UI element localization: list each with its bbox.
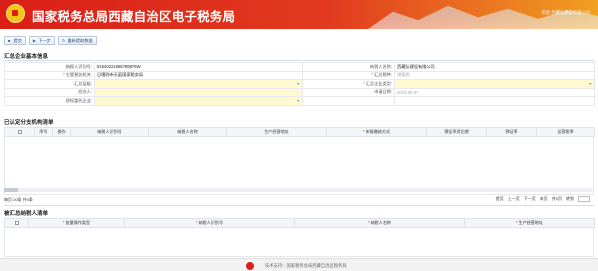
next-icon: ▶	[32, 37, 36, 43]
required-mark: *	[62, 219, 65, 225]
form-row: 纳税人识别号: 91540221565789876W 纳税人名称: 西藏弘建设有…	[4, 62, 595, 72]
chevron-down-icon: ▼	[296, 81, 300, 86]
taxpayer-name-value: 西藏弘建设有限公司	[394, 62, 595, 72]
last-page-link[interactable]: 末页	[540, 196, 548, 202]
apply-date-value: 2018-06-07	[394, 87, 595, 97]
authorized-entity-select[interactable]: ▼	[94, 96, 303, 106]
taxpayer-id-label: 纳税人识别号:	[4, 62, 95, 72]
divider	[4, 60, 594, 61]
select-all-checkbox[interactable]	[4, 218, 29, 228]
taxpayer-name-label: 纳税人名称:	[302, 62, 395, 72]
chevron-down-icon: ▼	[588, 81, 592, 86]
checkbox-icon	[17, 130, 22, 135]
taxpayer-id-value: 91540221565789876W	[94, 62, 303, 72]
top-banner: 国家税务总局西藏自治区电子税务局 欢迎 西藏弘建设有限公司	[0, 0, 598, 29]
refresh-icon: ↻	[61, 37, 66, 43]
required-mark: *	[195, 219, 198, 225]
required-mark: *	[362, 128, 365, 134]
tax-emblem-icon	[6, 4, 25, 23]
horizontal-scrollbar[interactable]	[4, 188, 594, 192]
apply-date-label: 申请日期:	[302, 87, 395, 97]
footer-text: 技术支持：国家税务总局西藏自治区税务局	[265, 263, 347, 268]
save-icon: ■	[8, 37, 11, 43]
col-address: 生产经营地址	[226, 127, 327, 137]
goto-page-input[interactable]	[578, 196, 590, 202]
pending-table-body	[4, 227, 594, 257]
empty-label	[302, 96, 395, 106]
total-pages: 共0页	[551, 196, 562, 201]
col-taxpayer-id: 纳税人识别号	[70, 127, 149, 137]
col-payment-method: *申报缴纳方式	[326, 127, 427, 137]
user-greeting[interactable]: 欢迎 西藏弘建设有限公司	[542, 10, 590, 16]
pagination: 每页 20条 共0条 首页 上一页 下一页 末页 共0页 转到	[4, 196, 594, 203]
chevron-down-icon: ▼	[296, 98, 300, 103]
handler-input[interactable]	[94, 87, 303, 97]
col-prepay-period: 预征率资后期	[426, 127, 487, 137]
first-page-link[interactable]: 首页	[496, 196, 504, 202]
authorized-entity-label: 授权委托企业:	[4, 96, 95, 106]
next-step-button[interactable]: ▶ 下一步	[28, 36, 55, 45]
section-title-branches: 已认定分支机构清单	[4, 120, 54, 126]
empty-value	[394, 96, 595, 106]
submit-button[interactable]: ■ 提交	[4, 36, 26, 45]
col-taxpayer-name: *纳税人名称	[294, 218, 465, 228]
next-page-link[interactable]: 下一页	[524, 196, 536, 202]
site-title: 国家税务总局西藏自治区电子税务局	[32, 10, 236, 24]
branches-table-body	[4, 137, 594, 195]
required-mark: *	[371, 72, 374, 78]
goto-label: 转到	[566, 196, 574, 201]
pagination-controls: 首页 上一页 下一页 末页 共0页 转到	[496, 196, 590, 202]
summary-type-label: *汇总企业类型:	[302, 79, 395, 89]
section-title-pending: 被汇总纳税人清单	[4, 211, 49, 217]
tax-authority-label: *主管税务机关:	[4, 70, 95, 80]
page-size-info: 每页 20条 共0条	[4, 197, 33, 202]
tax-type-value: 增值税	[394, 70, 595, 80]
col-address: *生产经营地址	[464, 218, 595, 228]
tax-logo-icon	[246, 262, 254, 270]
required-mark: *	[367, 219, 370, 225]
refetch-data-button[interactable]: ↻ 重新提取数据	[57, 36, 97, 45]
divider	[4, 205, 594, 206]
handler-label: 经办人:	[4, 87, 95, 97]
tax-type-label: *汇总税种:	[302, 70, 395, 80]
col-taxpayer-id: *纳税人识别号	[124, 218, 295, 228]
form-row: *主管税务机关: 日喀则市天庭国家税务局 *汇总税种: 增值税	[4, 70, 595, 80]
form-row: 经办人: 申请日期: 2018-06-07	[4, 87, 595, 97]
scrollbar-thumb[interactable]	[4, 188, 18, 192]
tax-authority-value: 日喀则市天庭国家税务局	[94, 70, 303, 80]
col-prepay-rate: 预征率	[486, 127, 537, 137]
col-taxpayer-name: 纳税人名称	[148, 127, 227, 137]
branches-table-header: 序号 操作 纳税人识别号 纳税人名称 生产经营地址 *申报缴纳方式 预征率资后期…	[4, 127, 595, 137]
form-row: 汇总层级: ▼ *汇总企业类型: ▼	[4, 79, 595, 89]
summary-type-select[interactable]: ▼	[394, 79, 595, 89]
summary-level-select[interactable]: ▼	[94, 79, 303, 89]
basic-info-form: 纳税人识别号: 91540221565789876W 纳税人名称: 西藏弘建设有…	[4, 62, 595, 106]
summary-level-label: 汇总层级:	[4, 79, 95, 89]
prev-page-link[interactable]: 上一页	[508, 196, 520, 202]
checkbox-icon	[14, 221, 19, 226]
required-mark: *	[63, 72, 65, 78]
col-batch-op-type: *批量操作类型	[28, 218, 125, 228]
footer: 技术支持：国家税务总局西藏自治区税务局	[0, 258, 598, 271]
section-title-basic: 汇总企业基本信息	[4, 54, 49, 60]
col-index: 序号	[34, 127, 53, 137]
col-operating-rate: 运营税率	[536, 127, 595, 137]
col-action: 操作	[52, 127, 71, 137]
required-mark: *	[363, 80, 365, 86]
select-all-checkbox[interactable]	[4, 127, 35, 137]
toolbar: ■ 提交 ▶ 下一步 ↻ 重新提取数据	[4, 36, 97, 45]
form-row: 授权委托企业: ▼	[4, 96, 595, 106]
required-mark: *	[515, 219, 518, 225]
